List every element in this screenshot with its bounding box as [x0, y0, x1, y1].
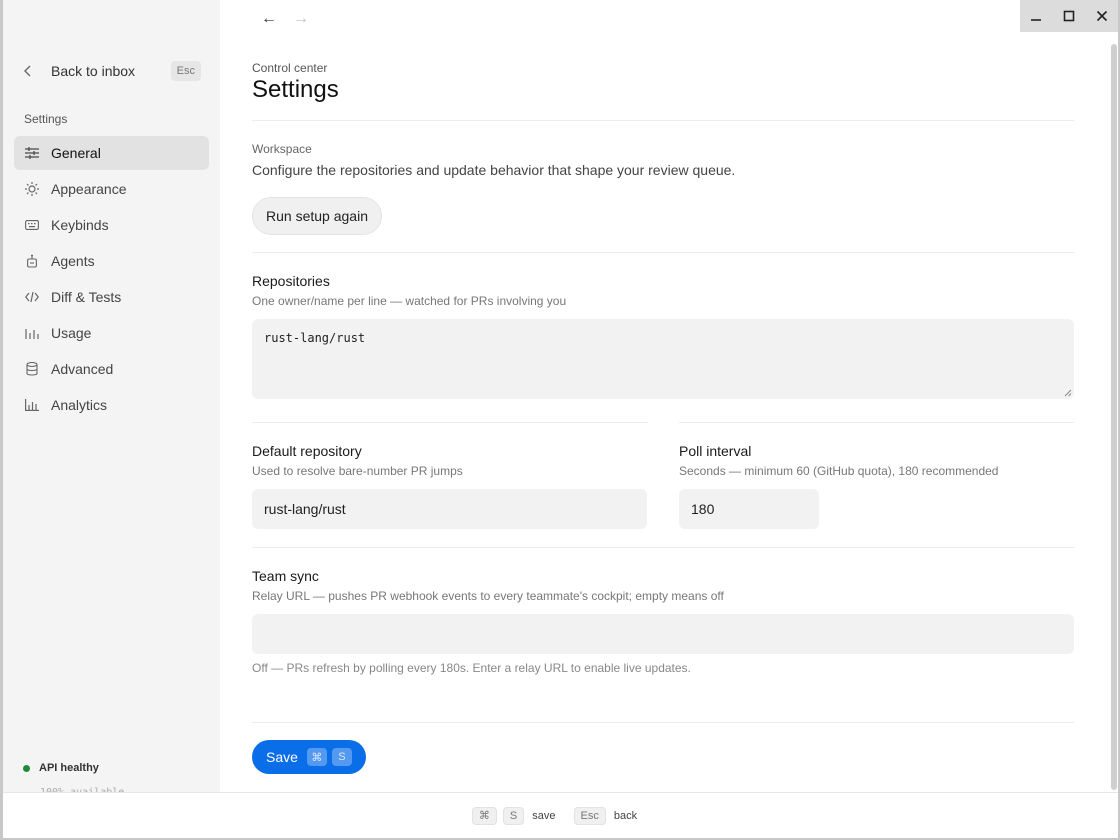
sidebar-item-label: Usage: [51, 325, 92, 341]
poll-interval-input[interactable]: 180: [679, 489, 819, 529]
back-to-inbox-link[interactable]: Back to inbox Esc: [23, 58, 201, 84]
repositories-title: Repositories: [252, 273, 330, 289]
back-to-inbox-label: Back to inbox: [51, 63, 136, 79]
api-status: API healthy: [23, 762, 99, 774]
save-button[interactable]: Save ⌘ S: [252, 740, 366, 774]
minimize-button[interactable]: [1020, 0, 1053, 32]
robot-icon: [24, 253, 40, 269]
save-button-label: Save: [266, 749, 298, 765]
shortcut-key: ⌘: [471, 806, 497, 825]
sidebar-item-agents[interactable]: Agents: [14, 244, 209, 278]
sidebar-item-label: Analytics: [51, 397, 108, 413]
bars-icon: [24, 325, 40, 341]
team-sync-input[interactable]: [252, 614, 1074, 654]
poll-interval-value: 180: [691, 501, 715, 517]
chevron-left-icon: [23, 65, 43, 77]
shortcut-key: Esc: [573, 806, 606, 825]
divider: [252, 252, 1074, 253]
minimize-icon: [1031, 19, 1042, 21]
maximize-icon: [1063, 10, 1075, 22]
sun-icon: [24, 181, 40, 197]
api-status-label: API healthy: [39, 762, 99, 774]
team-sync-hint: Off — PRs refresh by polling every 180s.…: [252, 661, 691, 675]
run-setup-again-button[interactable]: Run setup again: [252, 197, 382, 235]
repositories-help: One owner/name per line — watched for PR…: [252, 294, 567, 308]
sidebar-item-diff-tests[interactable]: Diff & Tests: [14, 280, 209, 314]
sidebar-item-analytics[interactable]: Analytics: [14, 388, 209, 422]
history-forward-button[interactable]: →: [292, 10, 310, 28]
keyboard-icon: [24, 217, 40, 233]
workspace-label: Workspace: [252, 142, 312, 156]
divider: [252, 722, 1074, 723]
divider: [679, 422, 1074, 423]
workspace-description: Configure the repositories and update be…: [252, 162, 736, 178]
sidebar-item-label: Advanced: [51, 361, 114, 377]
sidebar-item-appearance[interactable]: Appearance: [14, 172, 209, 206]
status-dot-icon: [23, 764, 30, 772]
team-sync-help: Relay URL — pushes PR webhook events to …: [252, 589, 724, 603]
resize-handle-icon[interactable]: [1064, 389, 1072, 397]
code-icon: [24, 289, 40, 305]
sidebar-item-usage[interactable]: Usage: [14, 316, 209, 350]
repositories-value: rust-lang/rust: [264, 331, 366, 345]
database-icon: [24, 361, 40, 377]
sidebar-item-label: Keybinds: [51, 217, 109, 233]
settings-section-label: Settings: [24, 112, 68, 126]
divider: [252, 120, 1074, 121]
settings-nav: General Appearance Keybinds Agents Diff …: [14, 136, 209, 424]
team-sync-title: Team sync: [252, 568, 319, 584]
close-button[interactable]: [1085, 0, 1118, 32]
save-shortcut-key: S: [331, 748, 352, 766]
shortcut-label: back: [613, 809, 638, 822]
default-repo-input[interactable]: rust-lang/rust: [252, 489, 647, 529]
divider: [252, 422, 648, 423]
sidebar-item-label: Agents: [51, 253, 95, 269]
page-eyebrow: Control center: [252, 61, 328, 75]
repositories-textarea[interactable]: rust-lang/rust: [252, 319, 1074, 399]
page-title: Settings: [252, 76, 339, 103]
shortcut-label: save: [532, 809, 556, 822]
default-repo-title: Default repository: [252, 443, 362, 459]
sliders-icon: [24, 145, 40, 161]
shortcut-footer: ⌘ S save Esc back: [3, 792, 1118, 838]
maximize-button[interactable]: [1053, 0, 1086, 32]
sidebar-item-keybinds[interactable]: Keybinds: [14, 208, 209, 242]
poll-interval-help: Seconds — minimum 60 (GitHub quota), 180…: [679, 464, 999, 478]
chart-icon: [24, 397, 40, 413]
scrollbar[interactable]: [1111, 44, 1117, 790]
sidebar-item-advanced[interactable]: Advanced: [14, 352, 209, 386]
save-shortcut-key: ⌘: [306, 748, 327, 766]
poll-interval-title: Poll interval: [679, 443, 752, 459]
sidebar-item-label: General: [51, 145, 101, 161]
app-window: Back to inbox Esc Settings General Appea…: [3, 0, 1118, 838]
back-shortcut-kbd: Esc: [170, 61, 201, 81]
sidebar-item-label: Appearance: [51, 181, 127, 197]
sidebar-item-general[interactable]: General: [14, 136, 209, 170]
sidebar: Back to inbox Esc Settings General Appea…: [3, 0, 220, 792]
close-icon: [1096, 10, 1107, 22]
sidebar-item-label: Diff & Tests: [51, 289, 122, 305]
divider: [252, 547, 1074, 548]
window-controls: [1020, 0, 1118, 32]
shortcut-key: S: [502, 806, 525, 825]
default-repo-value: rust-lang/rust: [264, 501, 346, 517]
default-repo-help: Used to resolve bare-number PR jumps: [252, 464, 463, 478]
history-nav: ← →: [260, 10, 310, 28]
history-back-button[interactable]: ←: [260, 10, 278, 28]
